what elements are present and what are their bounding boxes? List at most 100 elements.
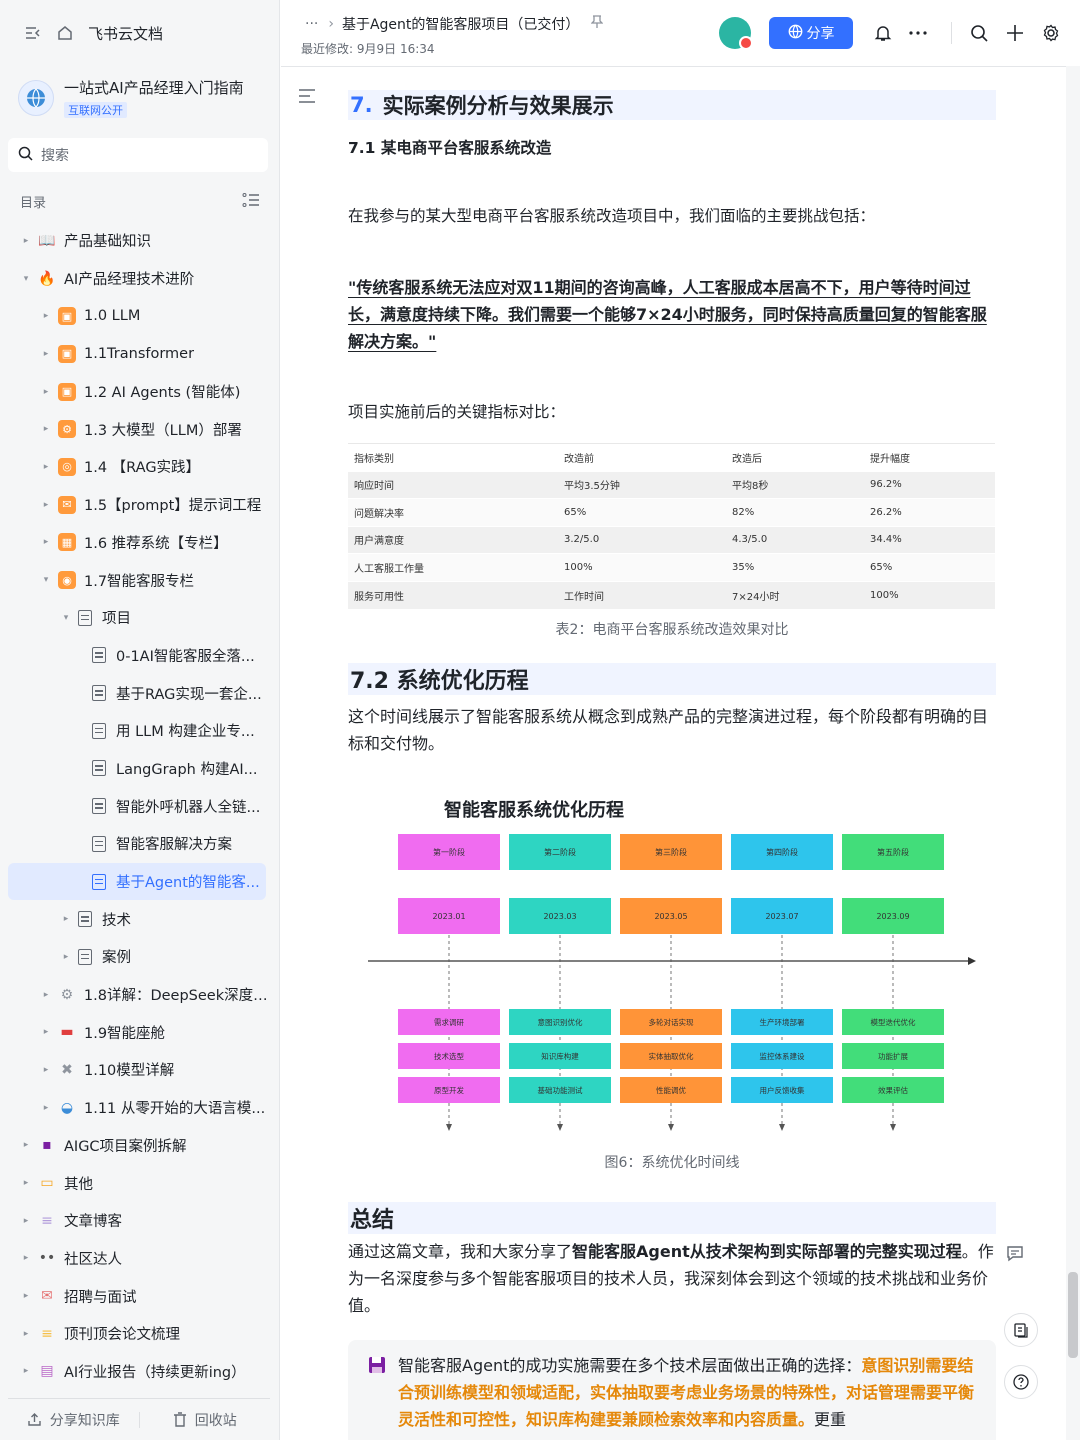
sidebar-item[interactable]: ▸ ▬ 1.9智能座舱 — [0, 1013, 280, 1051]
figure-caption-wrap: 图6：系统优化时间线 — [348, 1152, 996, 1172]
sidebar-item-label: 1.2 AI Agents (智能体) — [84, 385, 241, 402]
wiki-header[interactable]: 一站式AI产品经理入门指南 互联网公开 — [18, 76, 268, 120]
sidebar-item[interactable]: ▸ ◎ 1.4 【RAG实践】 — [0, 448, 280, 486]
gear-icon[interactable] — [1040, 22, 1062, 44]
table-cell: 服务可用性 — [348, 580, 558, 609]
sidebar-item[interactable]: ▸ 技术 — [0, 900, 280, 938]
sidebar-item[interactable]: ▸ •• 社区达人 — [0, 1240, 280, 1278]
caret-right-icon[interactable]: ▸ — [60, 914, 72, 924]
share-button[interactable]: 分享 — [769, 17, 853, 49]
sidebar-item-label: 0-1AI智能客服全落... — [116, 648, 255, 665]
outline-toggle-icon[interactable] — [298, 88, 318, 108]
comment-icon[interactable] — [1006, 1245, 1024, 1267]
sidebar-item[interactable]: ▸ ▤ AI行业报告（持续更新ing） — [0, 1353, 280, 1391]
task-label: 生产环境部署 — [760, 1017, 805, 1027]
sidebar-item-label: 1.9智能座舱 — [84, 1025, 166, 1042]
sidebar-item[interactable]: 0-1AI智能客服全落... — [0, 637, 280, 675]
caret-right-icon[interactable]: ▸ — [20, 1291, 32, 1301]
sidebar-item[interactable]: 用 LLM 构建企业专... — [0, 712, 280, 750]
search-icon[interactable] — [968, 22, 990, 44]
sidebar-item[interactable]: ▸ ≡ 文章博客 — [0, 1202, 280, 1240]
sidebar-item-label: 产品基础知识 — [64, 234, 151, 251]
caret-right-icon[interactable]: ▸ — [60, 952, 72, 962]
caret-right-icon[interactable]: ▸ — [40, 1027, 52, 1037]
share-wiki-button[interactable]: 分享知识库 — [8, 1410, 139, 1430]
sidebar-item[interactable]: 基于RAG实现一套企... — [0, 674, 280, 712]
table-cell: 问题解决率 — [348, 498, 558, 526]
sidebar-item[interactable]: ▸ ▭ 其他 — [0, 1164, 280, 1202]
scrollbar-track[interactable] — [1066, 66, 1080, 1440]
caret-right-icon[interactable]: ▸ — [40, 500, 52, 510]
plus-icon[interactable] — [1004, 22, 1026, 44]
heading-number: 7. — [350, 93, 373, 117]
sidebar-item[interactable]: ▸ ▪ AIGC项目案例拆解 — [0, 1127, 280, 1165]
pin-icon[interactable] — [590, 15, 604, 33]
caret-right-icon[interactable]: ▸ — [20, 1366, 32, 1376]
caret-right-icon[interactable]: ▸ — [20, 1140, 32, 1150]
sidebar-item-label: LangGraph 构建AI... — [116, 761, 258, 778]
header-divider — [951, 22, 952, 44]
caret-down-icon[interactable]: ▾ — [20, 274, 32, 284]
caret-down-icon[interactable]: ▾ — [60, 613, 72, 623]
doc-content: 7. 实际案例分析与效果展示 7.1 某电商平台客服系统改造 在我参与的某大型电… — [348, 90, 996, 757]
sidebar-item[interactable]: ▸ ▦ 1.6 推荐系统【专栏】 — [0, 524, 280, 562]
caret-down-icon[interactable]: ▾ — [40, 575, 52, 585]
sidebar-item-label: 基于Agent的智能客... — [116, 875, 260, 892]
caret-right-icon[interactable]: ▸ — [20, 1253, 32, 1263]
sidebar-item[interactable]: ▸ ✉ 1.5【prompt】提示词工程 — [0, 486, 280, 524]
sidebar-item[interactable]: ▾ 🔥 AI产品经理技术进阶 — [0, 260, 280, 298]
sidebar-item[interactable]: ▸ ✖ 1.10模型详解 — [0, 1051, 280, 1089]
sidebar-item[interactable]: ▸ 📖 产品基础知识 — [0, 222, 280, 260]
sidebar-item[interactable]: ▸ ◒ 1.11 从零开始的大语言模... — [0, 1089, 280, 1127]
caret-right-icon[interactable]: ▸ — [40, 537, 52, 547]
sidebar-item[interactable]: ▸ ⚙ 1.3 大模型（LLM）部署 — [0, 410, 280, 448]
scrollbar-thumb[interactable] — [1068, 1272, 1078, 1358]
more-icon[interactable] — [907, 22, 929, 44]
doc-title[interactable]: 基于Agent的智能客服项目（已交付） — [342, 14, 579, 34]
sidebar-item[interactable]: ▾ 项目 — [0, 599, 280, 637]
sidebar-item[interactable]: 基于Agent的智能客... — [8, 862, 266, 901]
home-icon[interactable] — [56, 24, 74, 42]
sidebar-item[interactable]: ▸ ≡ 顶刊顶会论文梳理 — [0, 1315, 280, 1353]
brand-name[interactable]: 飞书云文档 — [88, 23, 163, 44]
sidebar-item[interactable]: ▸ 案例 — [0, 938, 280, 976]
list-settings-icon[interactable] — [242, 192, 260, 212]
caret-right-icon[interactable]: ▸ — [40, 462, 52, 472]
avatar[interactable] — [719, 17, 753, 50]
catalog-icon[interactable] — [1004, 1313, 1038, 1347]
trash-button[interactable]: 回收站 — [140, 1410, 271, 1430]
caret-right-icon[interactable]: ▸ — [40, 990, 52, 1000]
toc-header: 目录 — [20, 192, 260, 212]
caret-right-icon[interactable]: ▸ — [20, 1178, 32, 1188]
sidebar-item[interactable]: ▸ ✉ 招聘与面试 — [0, 1277, 280, 1315]
table-row: 人工客服工作量 100% 35% 65% — [348, 553, 995, 581]
task-label: 多轮对话实现 — [649, 1017, 694, 1027]
breadcrumb-more-icon[interactable]: ··· — [305, 16, 318, 32]
report-icon: ▤ — [40, 1363, 54, 1380]
caret-right-icon[interactable]: ▸ — [40, 424, 52, 434]
caret-right-icon[interactable]: ▸ — [20, 236, 32, 246]
doc-icon — [92, 647, 106, 664]
task-label: 监控体系建设 — [760, 1051, 805, 1061]
sidebar-item[interactable]: ▸ ⚙ 1.8详解：DeepSeek深度推... — [0, 976, 280, 1014]
sidebar-item[interactable]: 智能客服解决方案 — [0, 825, 280, 863]
sidebar-item-label: 顶刊顶会论文梳理 — [64, 1327, 180, 1344]
caret-right-icon[interactable]: ▸ — [40, 349, 52, 359]
sidebar-item[interactable]: 智能外呼机器人全链... — [0, 787, 280, 825]
bell-icon[interactable] — [872, 22, 894, 44]
sidebar-item[interactable]: ▾ ◉ 1.7智能客服专栏 — [0, 561, 280, 599]
collapse-sidebar-icon[interactable] — [24, 24, 42, 42]
table-cell: 34.4% — [864, 525, 995, 554]
sidebar-item[interactable]: LangGraph 构建AI... — [0, 750, 280, 788]
sidebar-item[interactable]: ▸ ▣ 1.1Transformer — [0, 335, 280, 373]
sidebar-search[interactable]: 搜索 — [8, 138, 268, 172]
caret-right-icon[interactable]: ▸ — [20, 1329, 32, 1339]
caret-right-icon[interactable]: ▸ — [40, 1103, 52, 1113]
sidebar-item[interactable]: ▸ ▣ 1.2 AI Agents (智能体) — [0, 373, 280, 411]
caret-right-icon[interactable]: ▸ — [40, 387, 52, 397]
caret-right-icon[interactable]: ▸ — [40, 1065, 52, 1075]
help-icon[interactable] — [1004, 1365, 1038, 1399]
sidebar-item[interactable]: ▸ ▣ 1.0 LLM — [0, 297, 280, 335]
caret-right-icon[interactable]: ▸ — [40, 311, 52, 321]
caret-right-icon[interactable]: ▸ — [20, 1216, 32, 1226]
